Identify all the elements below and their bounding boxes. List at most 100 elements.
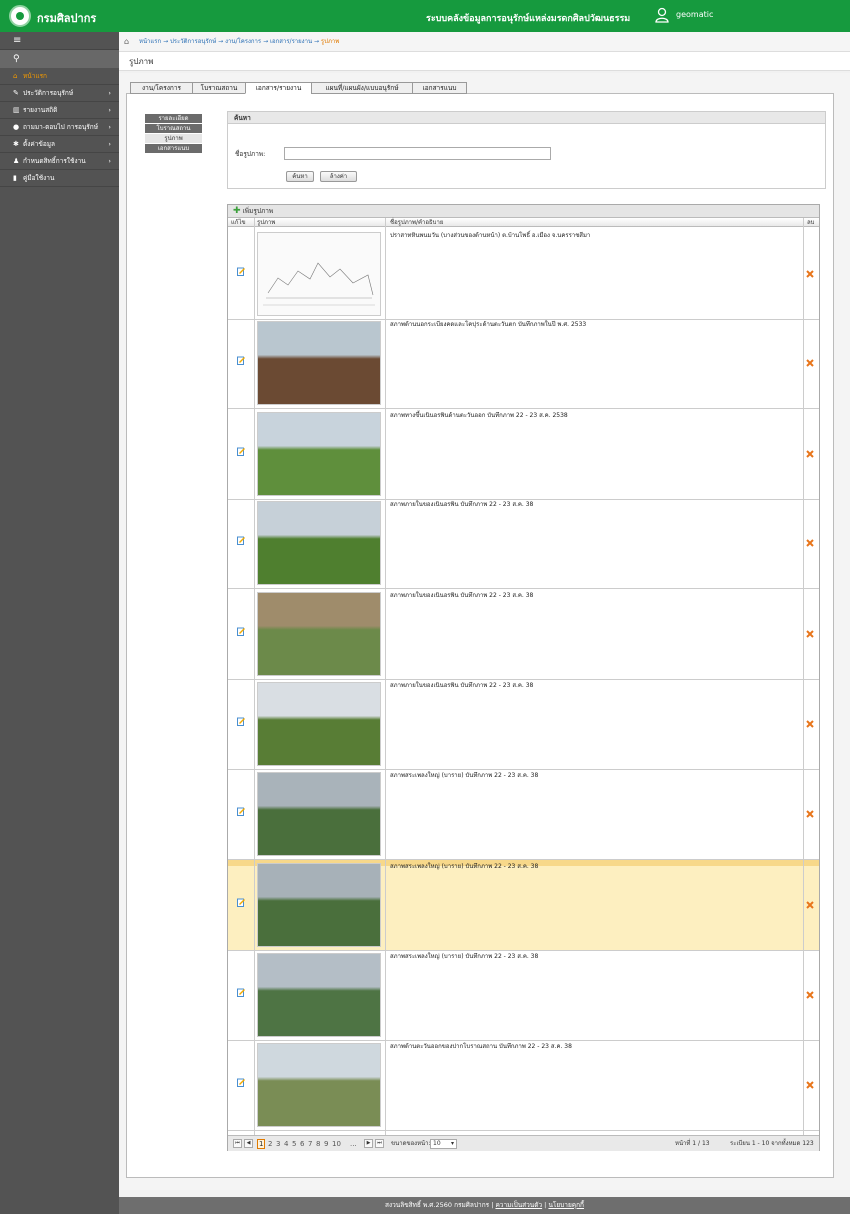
page-ellipsis[interactable]: ...	[350, 1136, 357, 1152]
book-icon: ▮	[13, 174, 17, 182]
edit-icon[interactable]	[237, 1078, 245, 1087]
image-thumbnail[interactable]	[257, 772, 381, 856]
image-thumbnail[interactable]	[257, 501, 381, 585]
image-thumbnail[interactable]	[257, 592, 381, 676]
column-header-edit[interactable]: แก้ไข	[231, 218, 246, 227]
page-number[interactable]: 10	[332, 1136, 341, 1152]
fine-arts-logo[interactable]	[9, 5, 31, 27]
cookie-policy-link[interactable]: นโยบายคุกกี้	[548, 1201, 584, 1209]
table-row[interactable]: สภาพทางขึ้นเนินอรพินด้านตะวันออก บันทึกภ…	[228, 409, 819, 500]
sidebar-item-home[interactable]: ⌂ หน้าแรก	[0, 68, 119, 85]
sidebar-item-statistics[interactable]: ▥ รายงานสถิติ ›	[0, 102, 119, 119]
breadcrumb-item[interactable]: เอกสาร/รายงาน	[270, 38, 312, 45]
sidebar-item-settings[interactable]: ✱ ตั้งค่าข้อมูล ›	[0, 136, 119, 153]
add-image-button[interactable]: ✚ เพิ่มรูปภาพ	[228, 205, 819, 218]
table-row[interactable]: สภาพภายในของเนินอรพิน บันทึกภาพ 22 - 23 …	[228, 679, 819, 770]
image-name-input[interactable]	[284, 147, 551, 160]
edit-icon[interactable]	[237, 627, 245, 636]
delete-icon[interactable]	[806, 630, 814, 638]
sidebar-item-conservation-history[interactable]: ✎ ประวัติการอนุรักษ์ ›	[0, 85, 119, 102]
sidebar: ≡ ⚲ ⌂ หน้าแรก ✎ ประวัติการอนุรักษ์ › ▥ รายงา…	[0, 32, 119, 1214]
delete-icon[interactable]	[806, 901, 814, 909]
image-thumbnail[interactable]	[257, 321, 381, 405]
sidebar-item-permissions[interactable]: ♟ กำหนดสิทธิ์การใช้งาน ›	[0, 153, 119, 170]
column-header-description[interactable]: ชื่อรูปภาพ/คำอธิบาย	[390, 218, 443, 227]
page-number[interactable]: 7	[308, 1136, 312, 1152]
table-row[interactable]: สภาพด้านตะวันออกของปากโบราณสถาน บันทึกภา…	[228, 1040, 819, 1131]
user-icon[interactable]	[655, 7, 669, 23]
image-thumbnail[interactable]	[257, 863, 381, 947]
sidebar-item-manual[interactable]: ▮ คู่มือใช้งาน	[0, 170, 119, 187]
delete-icon[interactable]	[806, 450, 814, 458]
table-row[interactable]: สภาพสระเพลงใหญ่ (บาราย) บันทึกภาพ 22 - 2…	[228, 950, 819, 1041]
side-tab-details[interactable]: รายละเอียด	[145, 114, 202, 123]
brand-name[interactable]: กรมศิลปากร	[37, 9, 96, 27]
tab-archaeological-site[interactable]: โบราณสถาน	[192, 82, 246, 94]
delete-icon[interactable]	[806, 270, 814, 278]
image-thumbnail[interactable]	[257, 953, 381, 1037]
delete-icon[interactable]	[806, 991, 814, 999]
next-page-button[interactable]: ▶	[364, 1139, 373, 1148]
edit-icon[interactable]	[237, 898, 245, 907]
image-description: ปราสาทหินพนมวัน (บางส่วนของด้านหน้า) ต.บ…	[390, 232, 591, 239]
page-number[interactable]: 1	[257, 1139, 266, 1149]
edit-icon[interactable]	[237, 717, 245, 726]
table-row[interactable]: ปราสาทหินพนมวัน (บางส่วนของด้านหน้า) ต.บ…	[228, 229, 819, 320]
sidebar-item-label: รายงานสถิติ	[23, 106, 58, 114]
delete-icon[interactable]	[806, 810, 814, 818]
sidebar-item-label: คู่มือใช้งาน	[23, 174, 55, 182]
page-number[interactable]: 2	[268, 1136, 272, 1152]
edit-icon[interactable]	[237, 807, 245, 816]
search-button[interactable]: ค้นหา	[286, 171, 314, 182]
column-header-image[interactable]: รูปภาพ	[257, 218, 275, 227]
search-icon[interactable]: ⚲	[0, 50, 119, 68]
breadcrumb-item[interactable]: หน้าแรก	[139, 38, 161, 45]
prev-page-button[interactable]: ◀	[244, 1139, 253, 1148]
tab-documents[interactable]: เอกสาร/รายงาน	[245, 82, 312, 94]
edit-icon[interactable]	[237, 356, 245, 365]
image-thumbnail[interactable]	[257, 682, 381, 766]
breadcrumb-item[interactable]: ประวัติการอนุรักษ์	[170, 38, 216, 45]
table-row[interactable]: สภาพสระเพลงใหญ่ (บาราย) บันทึกภาพ 22 - 2…	[228, 769, 819, 860]
tab-project[interactable]: งาน/โครงการ	[130, 82, 193, 94]
clear-button[interactable]: ล้างค่า	[320, 171, 357, 182]
column-header-delete[interactable]: ลบ	[807, 218, 815, 227]
home-icon[interactable]: ⌂	[124, 32, 129, 52]
privacy-link[interactable]: ความเป็นส่วนตัว	[495, 1201, 542, 1209]
side-tab-attachments[interactable]: เอกสารแนบ	[145, 144, 202, 153]
sidebar-item-label: หน้าแรก	[23, 72, 47, 80]
table-row[interactable]: สภาพภายในของเนินอรพิน บันทึกภาพ 22 - 23 …	[228, 498, 819, 589]
delete-icon[interactable]	[806, 1081, 814, 1089]
edit-icon[interactable]	[237, 447, 245, 456]
page-info: หน้าที่ 1 / 13	[675, 1140, 710, 1147]
side-tab-images[interactable]: รูปภาพ	[145, 134, 202, 143]
page-size-select[interactable]: 10 ▾	[430, 1139, 457, 1149]
edit-icon[interactable]	[237, 536, 245, 545]
sidebar-item-qa[interactable]: ● ถามมา-ตอบไป การอนุรักษ์ ›	[0, 119, 119, 136]
tab-attachments[interactable]: เอกสารแนบ	[412, 82, 467, 94]
page-number[interactable]: 6	[300, 1136, 304, 1152]
side-tab-site[interactable]: โบราณสถาน	[145, 124, 202, 133]
page-number[interactable]: 5	[292, 1136, 296, 1152]
delete-icon[interactable]	[806, 359, 814, 367]
hamburger-icon[interactable]: ≡	[0, 32, 119, 50]
page-number[interactable]: 4	[284, 1136, 288, 1152]
table-row[interactable]: สภาพสระเพลงใหญ่ (บาราย) บันทึกภาพ 22 - 2…	[228, 860, 819, 951]
username[interactable]: geomatic	[676, 10, 713, 19]
breadcrumb-item[interactable]: งาน/โครงการ	[225, 38, 261, 45]
delete-icon[interactable]	[806, 539, 814, 547]
edit-icon[interactable]	[237, 988, 245, 997]
last-page-button[interactable]: ⏭	[375, 1139, 384, 1148]
page-number[interactable]: 3	[276, 1136, 280, 1152]
image-thumbnail[interactable]	[257, 412, 381, 496]
tab-maps-plans[interactable]: แผนที่/แผนผัง/แบบอนุรักษ์	[311, 82, 413, 94]
page-number[interactable]: 8	[316, 1136, 320, 1152]
image-thumbnail[interactable]	[257, 1043, 381, 1127]
delete-icon[interactable]	[806, 720, 814, 728]
table-row[interactable]: สภาพภายในของเนินอรพิน บันทึกภาพ 22 - 23 …	[228, 589, 819, 680]
image-thumbnail[interactable]	[257, 232, 381, 316]
first-page-button[interactable]: ⏮	[233, 1139, 242, 1148]
page-number[interactable]: 9	[324, 1136, 328, 1152]
table-row[interactable]: สภาพด้านนอกระเบียงคดและโคปุระด้านตะวันตก…	[228, 318, 819, 409]
edit-icon[interactable]	[237, 267, 245, 276]
